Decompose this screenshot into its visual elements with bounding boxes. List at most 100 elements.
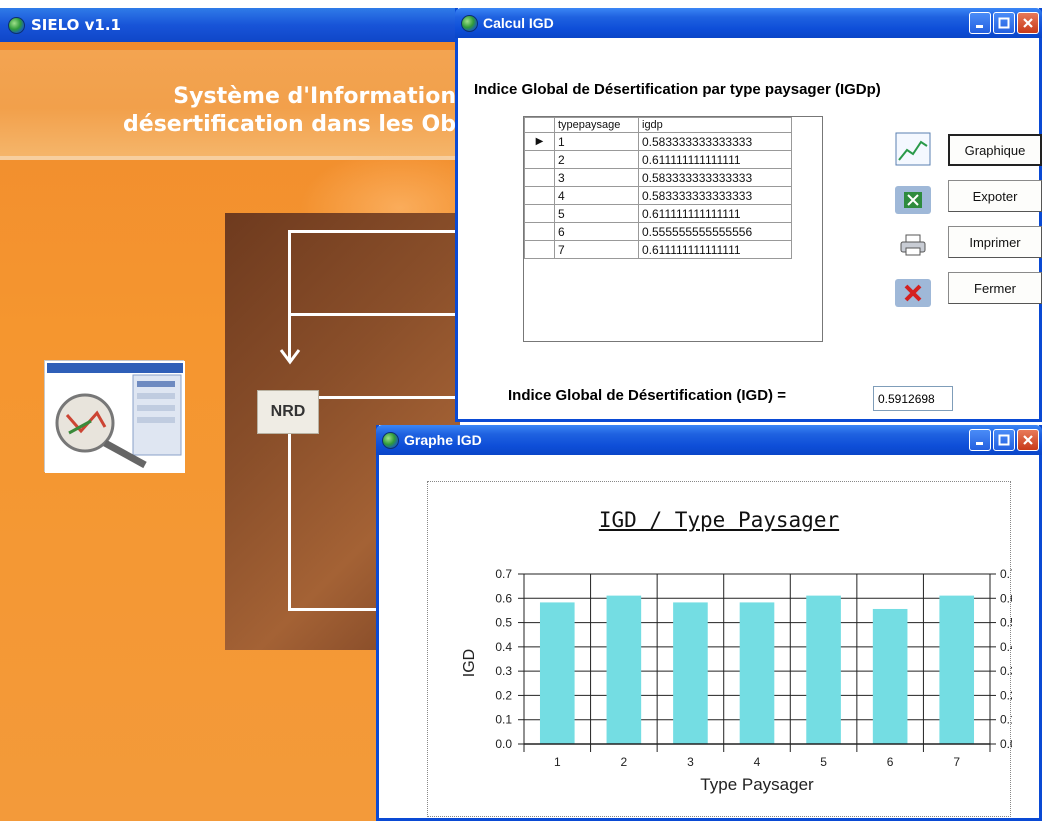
calcul-igd-window: Calcul IGD Indice Global de Désertificat… [455,8,1042,422]
row-selector[interactable] [524,150,555,169]
current-row-arrow-icon: ▶ [524,132,555,151]
bar [606,595,642,744]
print-icon [900,234,926,256]
column-header-typepaysage[interactable]: typepaysage [554,117,639,133]
printer-icon[interactable] [894,230,932,260]
sielo-titlebar[interactable]: SIELO v1.1 [0,8,460,42]
igdp-cell[interactable]: 0.583333333333333 [638,132,792,151]
flow-line [288,230,291,360]
y-tick-label: 0.3 [495,664,512,678]
y-tick-label: 0.4 [495,640,512,654]
bar [539,602,575,744]
magnifier-icon [45,361,185,473]
row-selector[interactable] [524,240,555,259]
fermer-button[interactable]: Fermer [948,272,1042,304]
y-tick-label: 0.2 [495,688,512,702]
close-icon [1023,18,1033,28]
window-controls [969,429,1039,451]
typepaysage-cell[interactable]: 6 [554,222,639,241]
table-row[interactable]: 6 0.555555555555556 [524,222,792,241]
igdp-cell[interactable]: 0.611111111111111 [638,240,792,259]
graphique-button[interactable]: Graphique [948,134,1042,166]
igdp-data-grid[interactable]: typepaysage igdp ▶ 1 0.583333333333333 2… [523,116,823,342]
chart-icon[interactable] [894,132,932,166]
table-row[interactable]: 2 0.611111111111111 [524,150,792,169]
graphe-igd-window-title: Graphe IGD [404,432,482,448]
bar [872,608,908,744]
y-tick-label: 0.5 [495,616,512,630]
y-tick-label-right: 0.0 [1000,737,1012,751]
y-tick-label-right: 0.4 [1000,640,1012,654]
x-tick-label: 1 [554,755,561,769]
sielo-window-title: SIELO v1.1 [31,16,121,34]
x-tick-label: 5 [820,755,827,769]
y-tick-label: 0.1 [495,713,512,727]
table-header-row: typepaysage igdp [524,117,792,133]
close-icon [1023,435,1033,445]
excel-icon[interactable] [894,185,932,215]
maximize-button[interactable] [993,12,1015,34]
typepaysage-cell[interactable]: 3 [554,168,639,187]
flow-line [288,230,460,233]
row-selector-header [524,117,555,133]
globe-icon [8,16,25,34]
column-header-igdp[interactable]: igdp [638,117,792,133]
bar [673,602,708,744]
window-controls [969,12,1039,34]
table-row[interactable]: ▶ 1 0.583333333333333 [524,132,792,151]
exporter-button[interactable]: Expoter [948,180,1042,212]
banner-title-line2: désertification dans les Ob [123,112,456,137]
y-tick-label: 0.6 [495,591,512,605]
igdp-cell[interactable]: 0.583333333333333 [638,168,792,187]
typepaysage-cell[interactable]: 4 [554,186,639,205]
bar [806,595,841,744]
igd-value-field[interactable] [873,386,953,411]
igdp-heading: Indice Global de Désertification par typ… [474,81,881,98]
sielo-thumbnail-image[interactable] [44,360,185,473]
y-tick-label-right: 0.7 [1000,567,1012,581]
typepaysage-cell[interactable]: 2 [554,150,639,169]
x-tick-label: 2 [621,755,628,769]
igdp-cell[interactable]: 0.583333333333333 [638,186,792,205]
close-button[interactable] [1017,12,1039,34]
typepaysage-cell[interactable]: 1 [554,132,639,151]
spreadsheet-icon [895,186,931,214]
x-axis-title: Type Paysager [700,775,814,794]
igd-label: Indice Global de Désertification (IGD) = [508,387,786,404]
x-tick-label: 3 [687,755,694,769]
igdp-cell[interactable]: 0.555555555555556 [638,222,792,241]
flow-line [319,396,460,399]
calcul-igd-window-title: Calcul IGD [483,15,554,31]
table-row[interactable]: 4 0.583333333333333 [524,186,792,205]
graphe-igd-titlebar[interactable]: Graphe IGD [376,425,1042,455]
banner-title-line1: Système d'Information [173,84,456,109]
row-selector[interactable] [524,204,555,223]
row-selector[interactable] [524,186,555,205]
globe-icon [382,431,399,449]
row-selector[interactable] [524,222,555,241]
chart-area: IGD / Type Paysager 0.00.00.10.10.20.20.… [427,481,1012,817]
imprimer-button[interactable]: Imprimer [948,226,1042,258]
table-row[interactable]: 3 0.583333333333333 [524,168,792,187]
maximize-button[interactable] [993,429,1015,451]
x-tick-label: 6 [887,755,894,769]
nrd-node[interactable]: NRD [257,390,319,434]
minimize-button[interactable] [969,429,991,451]
typepaysage-cell[interactable]: 5 [554,204,639,223]
table-row[interactable]: 5 0.611111111111111 [524,204,792,223]
row-selector[interactable] [524,168,555,187]
igdp-cell[interactable]: 0.611111111111111 [638,204,792,223]
table-row[interactable]: 7 0.611111111111111 [524,240,792,259]
maximize-icon [998,17,1010,29]
y-tick-label: 0.0 [495,737,512,751]
y-axis-title: IGD [461,649,478,677]
igdp-cell[interactable]: 0.611111111111111 [638,150,792,169]
calcul-igd-titlebar[interactable]: Calcul IGD [455,8,1042,38]
minimize-icon [976,25,983,28]
close-button[interactable] [1017,429,1039,451]
typepaysage-cell[interactable]: 7 [554,240,639,259]
minimize-button[interactable] [969,12,991,34]
igd-bar-chart: 0.0 0.0 0.1 0.1 0.2 0.2 0.3 0.3 0.4 0.4 0.5 0.5 0.6 0… [461,567,1012,794]
delete-icon[interactable] [894,278,932,308]
y-tick-label-right: 0.2 [1000,688,1012,702]
